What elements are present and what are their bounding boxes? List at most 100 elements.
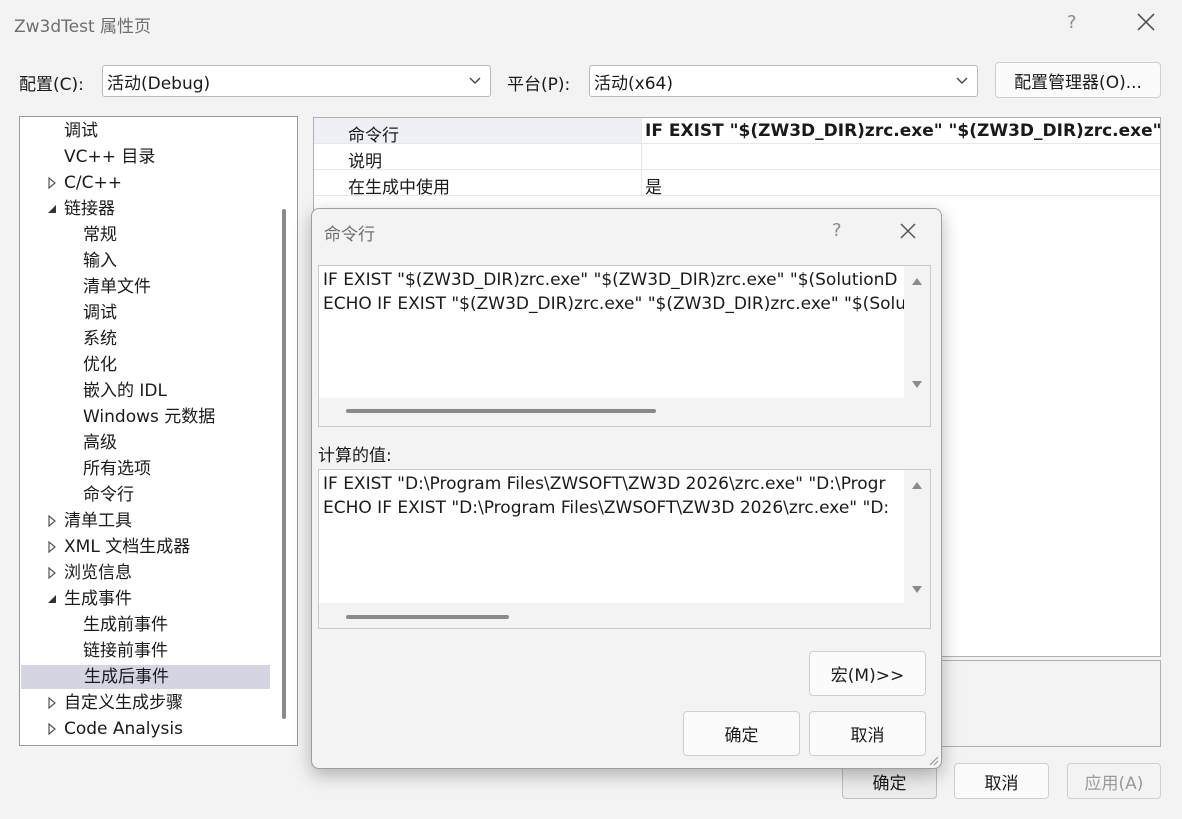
tree-item[interactable]: 浏览信息 [20, 561, 270, 585]
tree-item-label: Windows 元数据 [83, 407, 216, 427]
platform-select[interactable]: 活动(x64) [589, 65, 978, 97]
grid-row-command-line[interactable]: 命令行 IF EXIST "$(ZW3D_DIR)zrc.exe" "$(ZW3… [314, 118, 1160, 146]
config-label: 配置(C): [19, 75, 84, 95]
tree-item-label: VC++ 目录 [64, 147, 156, 167]
tree-item-label: 生成前事件 [83, 615, 168, 635]
tree-item-label: 常规 [83, 225, 117, 245]
expanded-arrow-icon[interactable] [47, 593, 57, 605]
chevron-down-icon [956, 77, 968, 84]
tree-item[interactable]: 常规 [20, 223, 270, 247]
tree-item[interactable]: 链接器 [20, 197, 270, 221]
command-textbox[interactable]: IF EXIST "$(ZW3D_DIR)zrc.exe" "$(ZW3D_DI… [318, 265, 931, 427]
grid-row-key: 在生成中使用 [348, 178, 450, 198]
grid-row-description[interactable]: 说明 [314, 144, 1160, 172]
tree-item[interactable]: 调试 [20, 301, 270, 325]
grid-row-value[interactable]: IF EXIST "$(ZW3D_DIR)zrc.exe" "$(ZW3D_DI… [645, 121, 1160, 141]
tree-item[interactable]: 所有选项 [20, 457, 270, 481]
tree-item[interactable]: 清单工具 [20, 509, 270, 533]
tree-item-label: 链接器 [64, 199, 115, 219]
vertical-scrollbar[interactable] [904, 266, 930, 398]
chevron-down-icon [469, 77, 481, 84]
tree-item-label: 清单文件 [83, 277, 151, 297]
tree-item[interactable]: 清单文件 [20, 275, 270, 299]
collapsed-arrow-icon[interactable] [47, 697, 57, 709]
tree-item[interactable]: 嵌入的 IDL [20, 379, 270, 403]
scroll-down-icon[interactable] [911, 585, 923, 595]
config-manager-button[interactable]: 配置管理器(O)... [995, 62, 1161, 98]
tree-item[interactable]: 高级 [20, 431, 270, 455]
tree-item[interactable]: 链接前事件 [20, 639, 270, 663]
vertical-scrollbar[interactable] [904, 470, 930, 603]
tree-item[interactable]: 自定义生成步骤 [20, 691, 270, 715]
tree-item-label: 链接前事件 [83, 641, 168, 661]
tree-item-label: 浏览信息 [64, 563, 132, 583]
tree-item-label: 高级 [83, 433, 117, 453]
collapsed-arrow-icon[interactable] [47, 541, 57, 553]
tree-item[interactable]: VC++ 目录 [20, 145, 270, 169]
tree-item[interactable]: 输入 [20, 249, 270, 273]
horizontal-scrollbar[interactable] [319, 398, 930, 426]
help-icon[interactable]: ? [1067, 12, 1077, 33]
help-icon[interactable]: ? [832, 220, 842, 241]
tree-item-label: 输入 [83, 251, 117, 271]
tree-item-label: 系统 [83, 329, 117, 349]
tree-item[interactable]: Windows 元数据 [20, 405, 270, 429]
macros-button[interactable]: 宏(M)>> [809, 651, 926, 696]
platform-label: 平台(P): [507, 75, 571, 95]
scroll-down-icon[interactable] [911, 380, 923, 390]
scroll-up-icon[interactable] [911, 480, 923, 490]
tree-item-label: C/C++ [64, 173, 122, 193]
tree-item[interactable]: 生成前事件 [20, 613, 270, 637]
tree-item-label: 自定义生成步骤 [64, 693, 183, 713]
tree-item-label: 调试 [83, 303, 117, 323]
tree-item-label: 调试 [64, 121, 98, 141]
expanded-arrow-icon[interactable] [47, 203, 57, 215]
tree-item-label: 嵌入的 IDL [83, 381, 167, 401]
tree-item-label: 所有选项 [83, 459, 151, 479]
collapsed-arrow-icon[interactable] [47, 177, 57, 189]
tree-item[interactable]: 优化 [20, 353, 270, 377]
evaluated-line-1: IF EXIST "D:\Program Files\ZWSOFT\ZW3D 2… [323, 474, 886, 494]
property-tree[interactable]: 调试 VC++ 目录 C/C++ 链接器 常规 输入 清单文件 调试 系统 优化 嵌入的 IDL Wi… [19, 116, 298, 746]
command-line-dialog: 命令行 ? IF EXIST "$(ZW3D_DIR)zrc.exe" "$(Z… [311, 208, 942, 769]
tree-item[interactable]: 生成后事件 [21, 665, 270, 689]
resize-grip-icon[interactable] [927, 754, 939, 766]
evaluated-value-label: 计算的值: [318, 446, 392, 466]
dialog-cancel-button[interactable]: 取消 [809, 711, 926, 756]
apply-button[interactable]: 应用(A) [1067, 763, 1161, 799]
tree-item[interactable]: C/C++ [20, 171, 270, 195]
collapsed-arrow-icon[interactable] [47, 567, 57, 579]
tree-item[interactable]: Code Analysis [20, 717, 270, 741]
tree-item[interactable]: 调试 [20, 119, 270, 143]
tree-item[interactable]: 生成事件 [20, 587, 270, 611]
command-line-2: ECHO IF EXIST "$(ZW3D_DIR)zrc.exe" "$(ZW… [323, 294, 907, 314]
cancel-button[interactable]: 取消 [954, 763, 1049, 799]
grid-row-use-in-build[interactable]: 在生成中使用 是 [314, 170, 1160, 198]
tree-item-label: 生成事件 [64, 589, 132, 609]
tree-item[interactable]: 命令行 [20, 483, 270, 507]
horizontal-scroll-thumb[interactable] [346, 409, 656, 413]
horizontal-scrollbar[interactable] [319, 603, 930, 628]
command-line-1: IF EXIST "$(ZW3D_DIR)zrc.exe" "$(ZW3D_DI… [323, 270, 898, 290]
tree-item[interactable]: XML 文档生成器 [20, 535, 270, 559]
close-icon[interactable] [1134, 8, 1158, 36]
tree-item-label: XML 文档生成器 [64, 537, 191, 557]
config-select[interactable]: 活动(Debug) [102, 65, 491, 97]
evaluated-line-2: ECHO IF EXIST "D:\Program Files\ZWSOFT\Z… [323, 498, 890, 518]
tree-item-label: 生成后事件 [84, 667, 169, 687]
collapsed-arrow-icon[interactable] [47, 515, 57, 527]
grid-row-value[interactable]: 是 [645, 173, 1160, 198]
tree-item-label: Code Analysis [64, 719, 183, 739]
tree-scrollbar[interactable] [282, 209, 286, 719]
close-icon[interactable] [898, 221, 918, 241]
horizontal-scroll-thumb[interactable] [346, 615, 509, 619]
collapsed-arrow-icon[interactable] [47, 723, 57, 735]
grid-row-key: 命令行 [348, 126, 399, 146]
platform-select-value: 活动(x64) [594, 73, 673, 94]
config-select-value: 活动(Debug) [107, 73, 211, 94]
evaluated-textbox[interactable]: IF EXIST "D:\Program Files\ZWSOFT\ZW3D 2… [318, 469, 931, 629]
scroll-up-icon[interactable] [911, 276, 923, 286]
tree-item[interactable]: 系统 [20, 327, 270, 351]
dialog-ok-button[interactable]: 确定 [683, 711, 800, 756]
tree-item-label: 命令行 [83, 485, 134, 505]
